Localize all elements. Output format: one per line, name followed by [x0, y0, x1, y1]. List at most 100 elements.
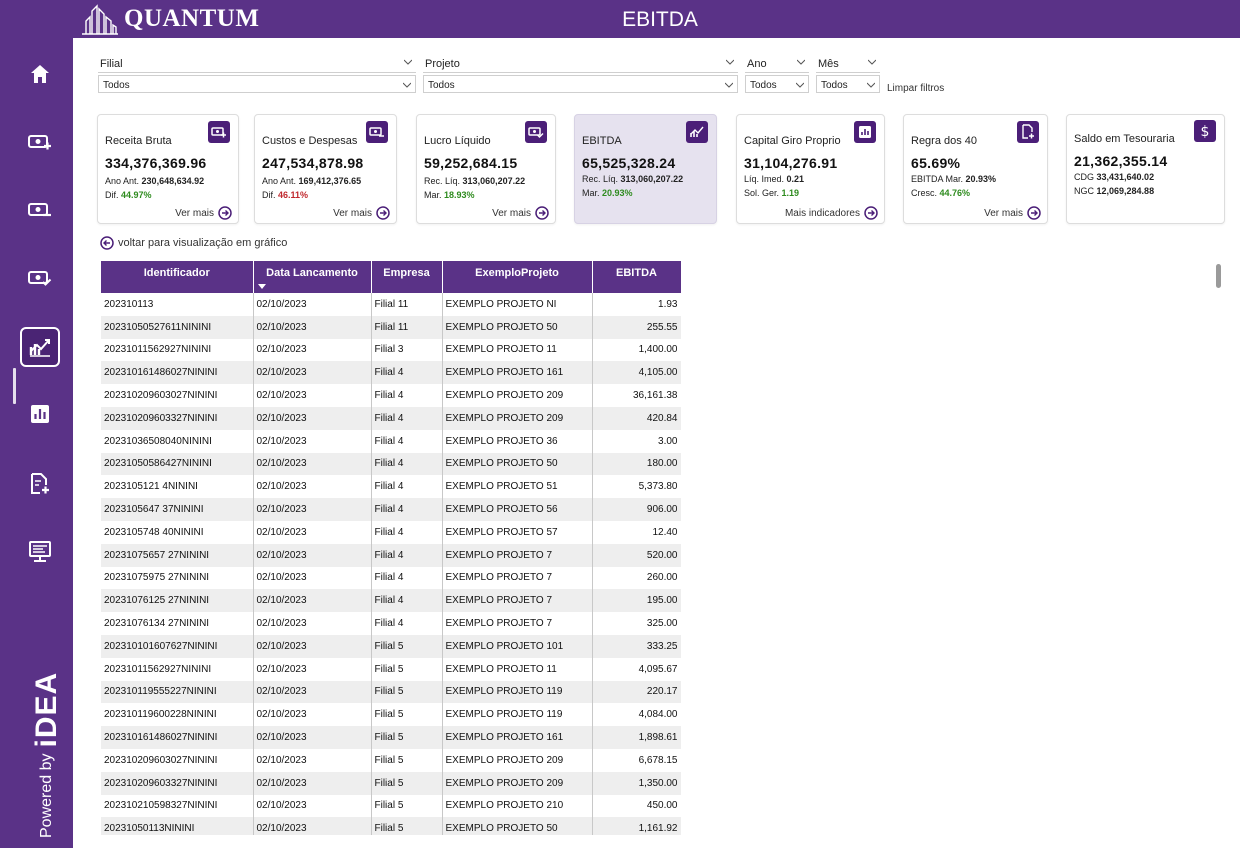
column-header-data-lancamento[interactable]: Data Lancamento — [253, 261, 372, 293]
table-cell: 02/10/2023 — [253, 589, 372, 613]
sidebar-item-apresentacao[interactable] — [20, 532, 60, 572]
table-row[interactable]: 202310161486027NININI 02/10/2023 Filial 4E… — [101, 361, 681, 385]
column-header-projeto[interactable]: ExemploProjeto — [442, 261, 593, 293]
table-row[interactable]: 202310209603327NININI 02/10/2023 Filial 4E… — [101, 406, 681, 430]
table-cell: 02/10/2023 — [253, 771, 372, 795]
card-line-1: Ano Ant. 230,648,634.92 — [105, 176, 205, 186]
table-row[interactable]: 2023105647 37NININI 02/10/2023 Filial 4 EXE… — [101, 498, 681, 521]
sidebar-item-custos[interactable] — [20, 190, 60, 230]
table-cell: 20231011562927NININI — [101, 657, 254, 681]
scrollbar-thumb[interactable] — [1216, 264, 1221, 288]
table-row[interactable]: 20231050113NININI 02/10/2023 Filial 5 EXEMP… — [101, 817, 681, 835]
see-more-link[interactable]: Ver mais — [984, 206, 1041, 220]
sort-desc-icon — [257, 284, 266, 289]
card-line-1: EBITDA Mar. 20.93% — [911, 174, 997, 184]
back-to-chart-link[interactable]: voltar para visualização em gráfico — [100, 236, 287, 250]
table-cell: 20231075657 27NININI — [101, 543, 254, 567]
card-custos-despesas[interactable]: Custos e Despesas 247,534,878.98 Ano Ant… — [254, 114, 397, 224]
clear-filters-link[interactable]: Limpar filtros — [887, 83, 944, 94]
sidebar-item-lucro[interactable] — [20, 258, 60, 298]
card-lucro-liquido[interactable]: Lucro Líquido 59,252,684.15 Rec. Líq. 31… — [416, 114, 556, 224]
table-cell: 3.00 — [592, 429, 681, 453]
table-cell: Filial 5 — [371, 817, 443, 835]
table-cell: EXEMPLO PROJETO 36 — [442, 429, 593, 453]
table-cell: 255.55 — [592, 315, 681, 339]
filter-mes-select[interactable]: Todos — [816, 75, 880, 93]
table-cell: 1,350.00 — [592, 771, 681, 795]
sidebar-item-ebitda[interactable] — [20, 327, 60, 367]
card-saldo-tesouraria[interactable]: Saldo em Tesouraria $ 21,362,355.14 CDG … — [1066, 114, 1225, 224]
column-header-identificador[interactable]: Identificador — [101, 261, 254, 293]
table-row[interactable]: 2023105121 4NININI 02/10/2023 Filial 4 EXEM… — [101, 475, 681, 499]
table-cell: 12.40 — [592, 520, 681, 544]
table-row[interactable]: 20231011562927NININI 02/10/2023 Filial 5 EX… — [101, 657, 681, 681]
filter-filial[interactable]: Filial Todos — [98, 55, 416, 93]
table-cell: 202310209603027NININI — [101, 748, 254, 772]
sidebar-item-receita[interactable] — [20, 122, 60, 162]
table-cell: 02/10/2023 — [253, 361, 372, 385]
table-cell: Filial 4 — [371, 475, 443, 499]
table-row[interactable]: 202310113 02/10/2023 Filial 11 EXEMPLO PROJ… — [101, 293, 681, 316]
sidebar-item-indicadores[interactable] — [20, 394, 60, 434]
ebitda-chart-icon — [686, 121, 708, 143]
table-row[interactable]: 202310119600228NININI 02/10/2023 Filial 5E… — [101, 703, 681, 727]
table-row[interactable]: 20231050586427NININI 02/10/2023 Filial 4 EX… — [101, 452, 681, 476]
table-row[interactable]: 20231036508040NININI 02/10/2023 Filial 4 EX… — [101, 429, 681, 453]
table-cell: EXEMPLO PROJETO 101 — [442, 634, 593, 658]
table-row[interactable]: 20231076125 27NININI 02/10/2023 Filial 4 EX… — [101, 589, 681, 613]
table-cell: 20231076125 27NININI — [101, 589, 254, 613]
powered-by: Powered by iDEA — [30, 672, 64, 838]
filter-ano-label: Ano — [745, 55, 809, 73]
table-row[interactable]: 2023105748 40NININI 02/10/2023 Filial 4 EXE… — [101, 520, 681, 544]
table-cell: 02/10/2023 — [253, 384, 372, 407]
table-row[interactable]: 202310209603027NININI 02/10/2023 Filial 5E… — [101, 748, 681, 772]
table-cell: Filial 5 — [371, 771, 443, 795]
sidebar-item-regra[interactable] — [20, 464, 60, 504]
column-header-ebitda[interactable]: EBITDA — [592, 261, 681, 293]
table-row[interactable]: 20231050527611NININI 02/10/2023 Filial 11 E… — [101, 315, 681, 339]
table-cell: EXEMPLO PROJETO 57 — [442, 520, 593, 544]
card-title: Capital Giro Proprio — [744, 135, 841, 147]
table-row[interactable]: 20231011562927NININI 02/10/2023 Filial 3 EX… — [101, 338, 681, 362]
table-row[interactable]: 202310119555227NININI 02/10/2023 Filial 5E… — [101, 680, 681, 704]
table-cell: 202310161486027NININI — [101, 361, 254, 385]
column-header-empresa[interactable]: Empresa — [371, 261, 443, 293]
card-ebitda[interactable]: EBITDA 65,525,328.24 Rec. Líq. 313,060,2… — [574, 114, 717, 224]
card-title: Receita Bruta — [105, 135, 172, 147]
table-cell: 02/10/2023 — [253, 498, 372, 521]
table-cell: 02/10/2023 — [253, 338, 372, 362]
table-row[interactable]: 20231075657 27NININI 02/10/2023 Filial 4 EX… — [101, 543, 681, 567]
filter-ano[interactable]: Ano Todos — [745, 55, 809, 93]
table-row[interactable]: 20231075975 27NININI 02/10/2023 Filial 4 EX… — [101, 566, 681, 590]
see-more-link[interactable]: Ver mais — [333, 206, 390, 220]
filter-ano-select[interactable]: Todos — [745, 75, 809, 93]
table-cell: 906.00 — [592, 498, 681, 521]
cash-minus-icon — [28, 203, 51, 217]
card-receita-bruta[interactable]: Receita Bruta 334,376,369.96 Ano Ant. 23… — [97, 114, 239, 224]
more-indicators-link[interactable]: Mais indicadores — [785, 206, 878, 220]
table-row[interactable]: 202310101607627NININI 02/10/2023 Filial 5E… — [101, 634, 681, 658]
card-regra-40[interactable]: Regra dos 40 65.69% EBITDA Mar. 20.93% C… — [903, 114, 1048, 224]
table-cell: Filial 4 — [371, 429, 443, 453]
table-cell: 202310209603327NININI — [101, 406, 254, 430]
filter-projeto[interactable]: Projeto Todos — [423, 55, 738, 93]
see-more-link[interactable]: Ver mais — [175, 206, 232, 220]
see-more-link[interactable]: Ver mais — [492, 206, 549, 220]
table-cell: 02/10/2023 — [253, 680, 372, 704]
table-row[interactable]: 20231076134 27NININI 02/10/2023 Filial 4 EX… — [101, 612, 681, 635]
table-row[interactable]: 202310210598327NININI 02/10/2023 Filial 5E… — [101, 794, 681, 818]
sidebar-item-home[interactable] — [20, 54, 60, 94]
table-row[interactable]: 202310209603027NININI 02/10/2023 Filial 4E… — [101, 384, 681, 407]
arrow-right-circle-icon — [1027, 206, 1041, 220]
table-cell: 1,161.92 — [592, 817, 681, 835]
filter-mes[interactable]: Mês Todos — [816, 55, 880, 93]
presentation-icon — [29, 541, 51, 562]
card-capital-giro[interactable]: Capital Giro Proprio 31,104,276.91 Líq. … — [736, 114, 885, 224]
filter-filial-select[interactable]: Todos — [98, 75, 416, 93]
table-row[interactable]: 202310161486027NININI 02/10/2023 Filial 5E… — [101, 726, 681, 749]
table-row[interactable]: 202310209603327NININI 02/10/2023 Filial 5E… — [101, 771, 681, 795]
table-cell: Filial 5 — [371, 634, 443, 658]
chevron-down-icon — [404, 59, 412, 65]
filter-projeto-select[interactable]: Todos — [423, 75, 738, 93]
card-line-1: Líq. Imed. 0.21 — [744, 174, 805, 184]
